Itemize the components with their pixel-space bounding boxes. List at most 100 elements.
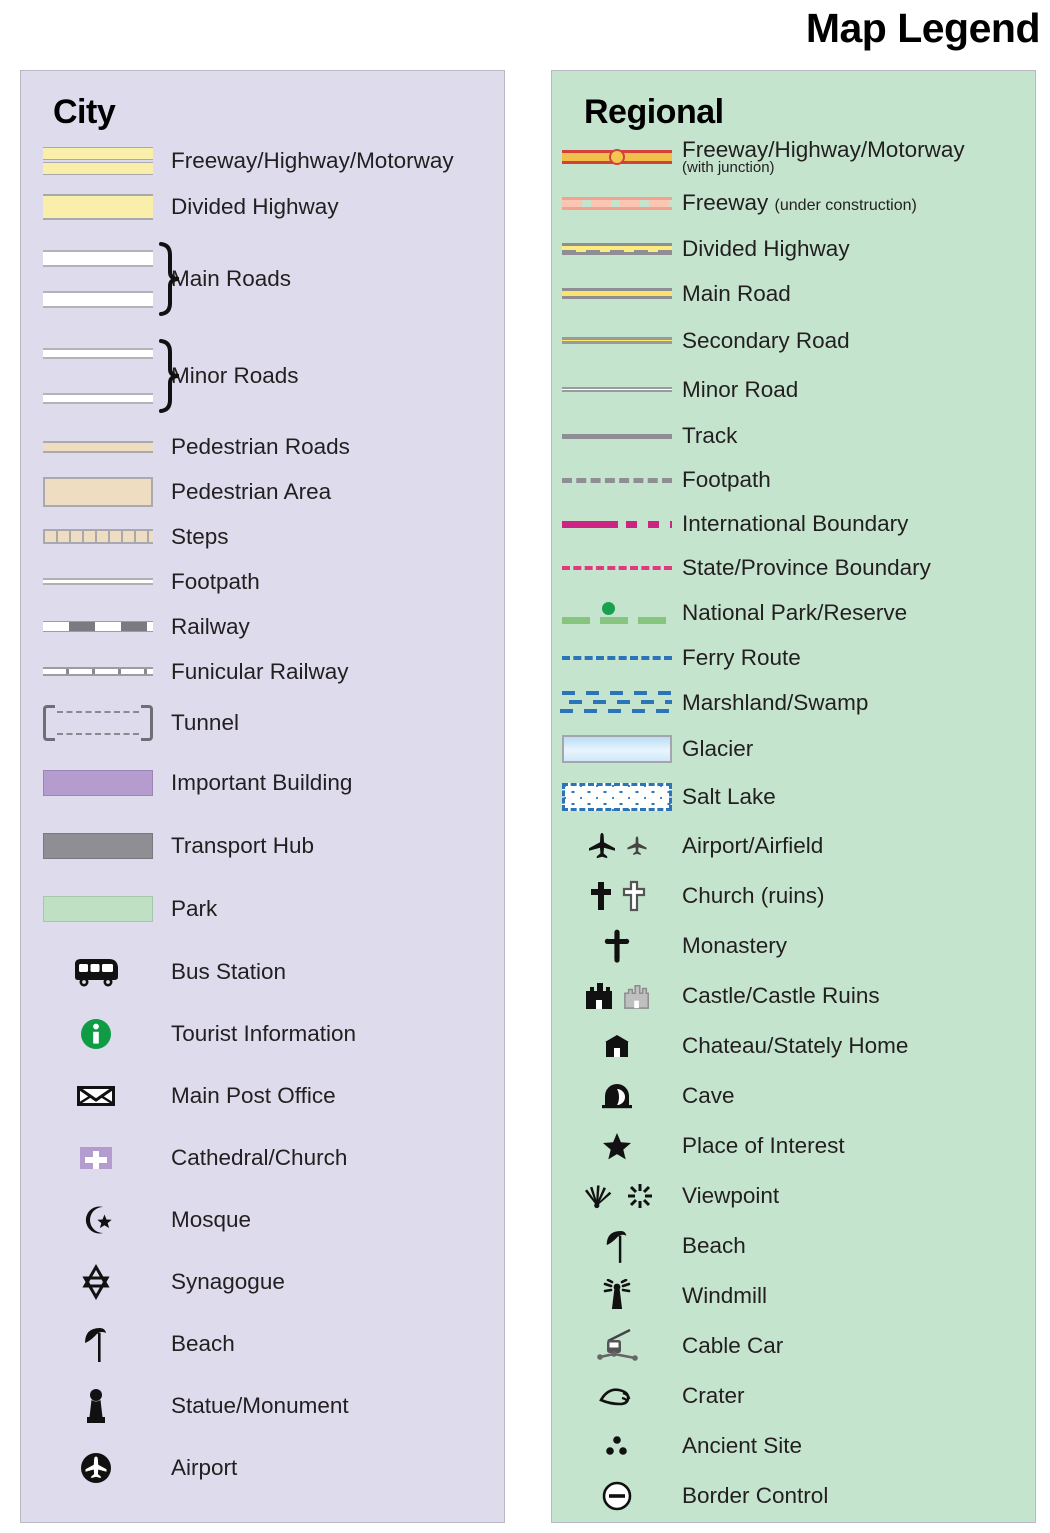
legend-label: Bus Station [171, 959, 287, 985]
bus-icon [21, 956, 171, 988]
legend-label: Monastery [682, 933, 788, 959]
legend-label-sub: (under construction) [774, 197, 917, 215]
legend-label: Funicular Railway [171, 658, 349, 684]
regional-state-boundary-swatch [552, 566, 682, 570]
regional-glacier-swatch [552, 735, 682, 763]
legend-row-regional-windmill: Windmill [552, 1271, 1035, 1321]
minor-road-upper [43, 347, 153, 359]
regional-national-park-swatch [552, 602, 682, 624]
legend-row-city-beach: Beach [21, 1313, 504, 1375]
viewpoint-icon-pair [552, 1183, 682, 1209]
castle-solid-icon [585, 983, 612, 1009]
legend-row-regional-crater: Crater [552, 1371, 1035, 1421]
legend-row-regional-glacier: Glacier [552, 726, 1035, 772]
city-railway-swatch [21, 621, 171, 632]
city-steps-swatch [21, 529, 171, 544]
regional-panel-heading: Regional [584, 93, 724, 131]
regional-freeway-junction-swatch [552, 149, 682, 165]
city-important-building-swatch [21, 769, 171, 796]
freeway-band-lower [43, 162, 153, 175]
legend-label: Divided Highway [682, 235, 850, 261]
regional-divided-highway-swatch [552, 242, 682, 255]
cross-icon-pair [552, 880, 682, 912]
legend-label: Freeway/Highway/Motorway (with junction) [682, 138, 965, 175]
marsh-row-2 [569, 700, 672, 704]
regional-secondary-road-swatch [552, 337, 682, 344]
star-icon [552, 1131, 682, 1161]
city-footpath-swatch [21, 578, 171, 585]
regional-footpath-swatch [552, 477, 682, 483]
regional-legend-list: Freeway/Highway/Motorway (with junction)… [552, 134, 1035, 1521]
legend-label: Freeway/Highway/Motorway [171, 148, 454, 174]
city-park-swatch [21, 896, 171, 922]
cross-outline-icon [622, 880, 645, 912]
legend-row-city-statue-monument: Statue/Monument [21, 1375, 504, 1437]
legend-row-city-main-roads: Main Roads [21, 230, 504, 327]
legend-row-regional-minor-road: Minor Road [552, 365, 1035, 414]
legend-row-regional-marshland: Marshland/Swamp [552, 680, 1035, 726]
beach-umbrella-icon [21, 1324, 171, 1364]
brace-main-roads [159, 242, 181, 316]
legend-label: Minor Road [682, 376, 799, 402]
legend-row-city-footpath: Footpath [21, 559, 504, 604]
crescent-star-icon [21, 1202, 171, 1238]
city-legend-panel: City Freeway/Highway/Motorway Divided Hi… [20, 70, 505, 1523]
legend-row-regional-national-park: National Park/Reserve [552, 590, 1035, 636]
legend-row-regional-cable-car: Cable Car [552, 1321, 1035, 1371]
cave-icon [552, 1081, 682, 1111]
legend-label: Crater [682, 1383, 745, 1409]
legend-row-city-steps: Steps [21, 514, 504, 559]
cross-solid-icon [590, 882, 611, 910]
legend-label: Airport [171, 1455, 238, 1481]
legend-row-city-mosque: Mosque [21, 1189, 504, 1251]
regional-track-swatch [552, 433, 682, 439]
city-funicular-swatch [21, 667, 171, 676]
legend-label: Park [171, 896, 218, 922]
legend-row-city-minor-roads: Minor Roads [21, 327, 504, 424]
city-pedestrian-area-swatch [21, 476, 171, 507]
legend-label: Main Post Office [171, 1083, 336, 1109]
legend-label: Tunnel [171, 709, 239, 735]
legend-label: Ancient Site [682, 1433, 803, 1459]
legend-row-city-pedestrian-roads: Pedestrian Roads [21, 424, 504, 469]
star-of-david-icon [21, 1264, 171, 1300]
legend-row-city-funicular-railway: Funicular Railway [21, 649, 504, 694]
national-park-dashes [562, 617, 672, 624]
legend-label: Synagogue [171, 1269, 285, 1295]
legend-label: Marshland/Swamp [682, 690, 869, 716]
main-road-narrow [43, 290, 153, 308]
legend-label: Minor Roads [171, 362, 299, 388]
legend-row-regional-footpath: Footpath [552, 458, 1035, 502]
legend-row-regional-track: Track [552, 414, 1035, 458]
page-title: Map Legend [805, 5, 1041, 51]
main-road-wide [43, 249, 153, 267]
legend-row-city-tunnel: Tunnel [21, 694, 504, 751]
legend-row-city-pedestrian-area: Pedestrian Area [21, 469, 504, 514]
legend-row-city-bus-station: Bus Station [21, 941, 504, 1003]
legend-row-regional-ferry-route: Ferry Route [552, 636, 1035, 680]
crater-icon [552, 1384, 682, 1408]
regional-freeway-construction-swatch [552, 196, 682, 210]
regional-minor-road-swatch [552, 387, 682, 392]
legend-row-regional-border-control: Border Control [552, 1471, 1035, 1521]
regional-marshland-swatch [552, 690, 682, 716]
legend-label: Main Roads [171, 265, 292, 291]
legend-label: Mosque [171, 1207, 252, 1233]
legend-row-city-cathedral-church: Cathedral/Church [21, 1127, 504, 1189]
legend-row-regional-monastery: Monastery [552, 921, 1035, 971]
city-transport-hub-swatch [21, 832, 171, 859]
castle-icon-pair [552, 981, 682, 1011]
marsh-row-1 [562, 691, 672, 695]
legend-label: Place of Interest [682, 1133, 845, 1159]
legend-label: Glacier [682, 736, 754, 762]
legend-row-regional-chateau: Chateau/Stately Home [552, 1021, 1035, 1071]
plane-large-icon [588, 833, 615, 859]
legend-label: Cathedral/Church [171, 1145, 348, 1171]
chateau-icon [552, 1032, 682, 1060]
legend-label: Statue/Monument [171, 1393, 349, 1419]
legend-row-city-main-post-office: Main Post Office [21, 1065, 504, 1127]
ancient-site-icon [552, 1433, 682, 1459]
viewpoint-burst-icon [628, 1184, 652, 1208]
regional-international-boundary-swatch [552, 520, 682, 528]
city-legend-list: Freeway/Highway/Motorway Divided Highway… [21, 138, 504, 1499]
